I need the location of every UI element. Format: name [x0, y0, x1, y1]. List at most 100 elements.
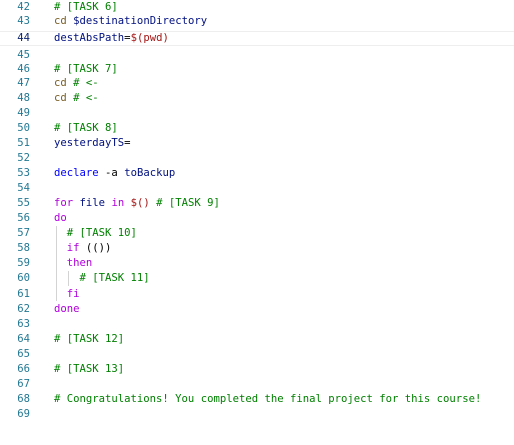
code-token: # Congratulations! You completed the fin… [54, 393, 482, 405]
code-line[interactable]: 51 yesterdayTS= [0, 136, 514, 151]
code-token: $(pwd) [130, 32, 169, 44]
code-line[interactable]: 65 [0, 347, 514, 362]
line-number: 45 [17, 49, 30, 61]
line-code: cd # <- [54, 91, 99, 106]
code-line[interactable]: 67 [0, 377, 514, 392]
line-number: 46 [17, 63, 30, 75]
code-token: # <- [73, 77, 99, 89]
line-code: fi [54, 287, 80, 302]
code-token: # [TASK 10] [66, 227, 137, 239]
code-line[interactable]: 57 # [TASK 10] [0, 226, 514, 241]
code-token: # [TASK 9] [156, 197, 220, 209]
line-number: 63 [17, 318, 30, 330]
line-code: destAbsPath=$(pwd) [54, 32, 169, 45]
line-number: 68 [17, 393, 30, 405]
code-line[interactable]: 61 fi [0, 287, 514, 302]
code-token: file [79, 197, 106, 209]
line-code: then [54, 256, 93, 271]
code-line[interactable]: 42 # [TASK 6] [0, 0, 514, 15]
line-number: 54 [17, 182, 30, 194]
code-token: if [66, 242, 80, 254]
line-number: 59 [17, 257, 30, 269]
code-line[interactable]: 50 # [TASK 8] [0, 121, 514, 136]
code-line[interactable]: 64 # [TASK 12] [0, 332, 514, 347]
code-token: # [TASK 13] [54, 363, 125, 375]
line-code: do [54, 211, 67, 226]
line-code: done [54, 302, 80, 317]
line-number: 61 [17, 288, 30, 300]
line-code: # [TASK 8] [54, 121, 118, 136]
line-code: # [TASK 12] [54, 332, 124, 347]
code-editor[interactable]: 42 # [TASK 6] 43 cd $destinationDirectory 44… [0, 0, 514, 445]
code-line[interactable]: 62 done [0, 302, 514, 317]
line-code: # [TASK 11] [54, 271, 150, 286]
code-token: -a [105, 167, 118, 179]
line-code: yesterdayTS= [54, 136, 131, 151]
line-number: 53 [17, 167, 30, 179]
line-number: 52 [17, 152, 30, 164]
code-line[interactable]: 46 # [TASK 7] [0, 62, 514, 77]
code-token: for [54, 197, 74, 209]
code-token: declare [54, 167, 99, 179]
line-number: 51 [17, 137, 30, 149]
line-number: 66 [17, 363, 30, 375]
line-number: 49 [17, 107, 30, 119]
line-code: cd $destinationDirectory [54, 14, 207, 29]
code-line[interactable]: 45 [0, 48, 514, 63]
line-number: 62 [17, 303, 30, 315]
code-line[interactable]: 44 destAbsPath=$(pwd) [0, 31, 514, 46]
code-line[interactable]: 56 do [0, 211, 514, 226]
code-token: # [TASK 12] [54, 333, 125, 345]
code-line[interactable]: 69 [0, 407, 514, 422]
code-token: # [TASK 8] [54, 122, 118, 134]
line-number: 56 [17, 212, 30, 224]
code-token: destAbsPath [54, 32, 125, 44]
code-line[interactable]: 54 [0, 181, 514, 196]
line-number: 65 [17, 348, 30, 360]
code-line[interactable]: 47 cd # <- [0, 76, 514, 91]
code-token: # [TASK 11] [79, 272, 150, 284]
line-code: if (()) [54, 241, 112, 256]
line-number: 50 [17, 122, 30, 134]
code-line[interactable]: 53 declare -a toBackup [0, 166, 514, 181]
code-token: fi [66, 288, 80, 300]
code-line[interactable]: 68 # Congratulations! You completed the f… [0, 392, 514, 407]
code-line[interactable]: 48 cd # <- [0, 91, 514, 106]
code-line[interactable]: 66 # [TASK 13] [0, 362, 514, 377]
code-line[interactable]: 43 cd $destinationDirectory [0, 14, 514, 29]
code-line[interactable]: 60 # [TASK 11] [0, 271, 514, 286]
code-token: toBackup [124, 167, 176, 179]
code-token: do [54, 212, 67, 224]
code-token: then [66, 257, 93, 269]
code-token: cd [54, 92, 67, 104]
line-number: 69 [17, 408, 30, 420]
line-number: 43 [17, 15, 30, 27]
code-token: $destinationDirectory [73, 15, 208, 27]
line-number: 57 [17, 227, 30, 239]
line-number: 58 [17, 242, 30, 254]
line-number: 44 [17, 32, 30, 44]
code-line[interactable]: 55 for file in $() # [TASK 9] [0, 196, 514, 211]
code-token: # [TASK 6] [54, 1, 118, 13]
code-token: # [TASK 7] [54, 63, 118, 75]
line-number: 42 [17, 1, 30, 13]
code-line[interactable]: 63 [0, 317, 514, 332]
code-line[interactable]: 59 then [0, 256, 514, 271]
code-token: $() [130, 197, 150, 209]
line-code: # [TASK 10] [54, 226, 137, 241]
line-code: # [TASK 6] [54, 0, 118, 15]
code-line[interactable]: 58 if (()) [0, 241, 514, 256]
code-line[interactable]: 49 [0, 106, 514, 121]
line-code: # Congratulations! You completed the fin… [54, 392, 481, 407]
line-number: 60 [17, 272, 30, 284]
code-token: yesterdayTS [54, 137, 125, 149]
line-number: 64 [17, 333, 30, 345]
line-code: for file in $() # [TASK 9] [54, 196, 220, 211]
line-number: 55 [17, 197, 30, 209]
line-number: 47 [17, 77, 30, 89]
code-line[interactable]: 52 [0, 151, 514, 166]
line-code: # [TASK 13] [54, 362, 124, 377]
